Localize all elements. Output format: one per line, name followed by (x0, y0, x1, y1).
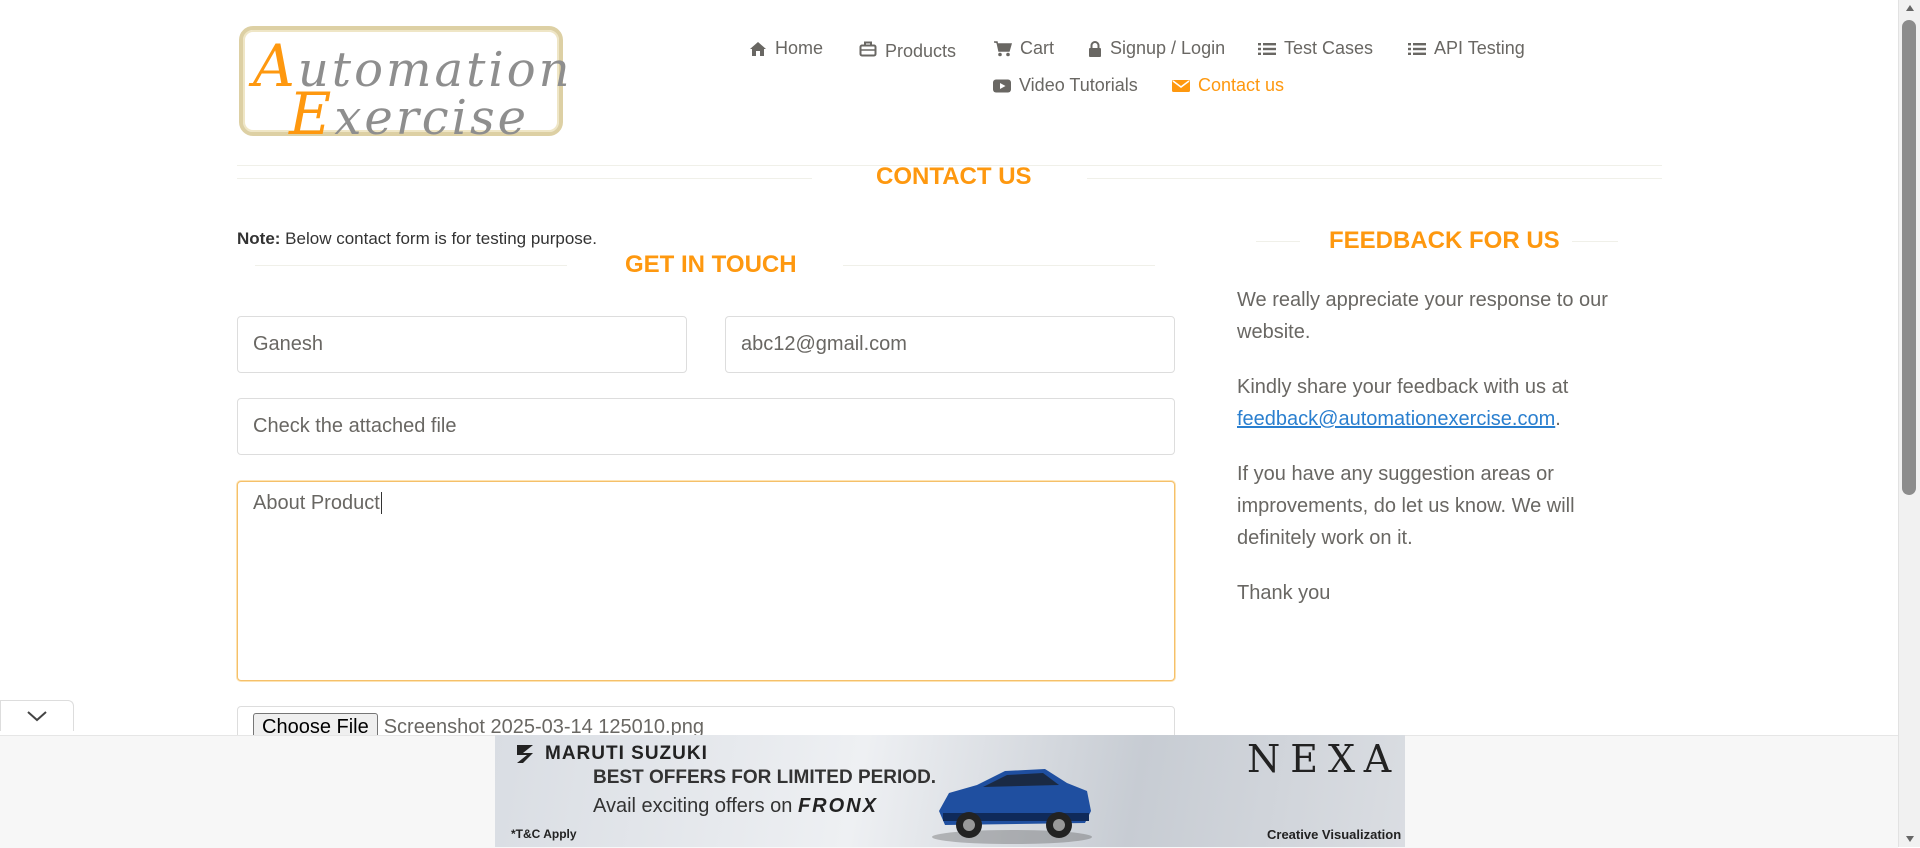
suzuki-logo-icon (517, 745, 533, 763)
form-note: Note: Below contact form is for testing … (237, 229, 597, 248)
scroll-up-arrow-icon[interactable] (1905, 4, 1915, 12)
nav-contact-us-label: Contact us (1198, 75, 1285, 95)
nav-video-tutorials[interactable]: Video Tutorials (993, 75, 1138, 96)
list-icon (1258, 42, 1276, 55)
feedback-line-right (1572, 241, 1618, 242)
list-icon (1408, 42, 1426, 55)
nav-contact-us[interactable]: Contact us (1172, 75, 1284, 96)
feedback-paragraph-4: Thank you (1237, 582, 1331, 604)
message-textarea[interactable]: About Product (237, 481, 1175, 681)
ad-credit: Creative Visualization (1267, 827, 1402, 842)
ad-subline: Avail exciting offers on FRONX (593, 795, 878, 817)
get-in-touch-line-right (843, 265, 1155, 266)
nav-cart-label: Cart (1020, 38, 1055, 58)
briefcase-icon (859, 41, 877, 56)
nav-signup-login-label: Signup / Login (1110, 38, 1226, 58)
name-field[interactable]: Ganesh (237, 316, 687, 373)
lock-icon (1089, 40, 1101, 57)
feedback-line-left (1256, 241, 1300, 242)
ad-headline: BEST OFFERS FOR LIMITED PERIOD. (593, 767, 937, 788)
scroll-down-arrow-icon[interactable] (1905, 835, 1915, 843)
nav-api-testing[interactable]: API Testing (1408, 38, 1525, 59)
car-image (927, 753, 1097, 845)
name-value: Ganesh (253, 333, 324, 355)
youtube-play-icon (993, 79, 1011, 92)
nav-api-testing-label: API Testing (1434, 38, 1525, 58)
text-caret (380, 492, 382, 514)
ad-banner[interactable]: MARUTI SUZUKI BEST OFFERS FOR LIMITED PE… (495, 735, 1405, 847)
subject-value: Check the attached file (253, 415, 457, 437)
nav-products-label: Products (885, 41, 957, 61)
feedback-paragraph-2: Kindly share your feedback with us at fe… (1237, 376, 1569, 430)
message-value: About Product (253, 492, 380, 514)
nav-test-cases-label: Test Cases (1284, 38, 1374, 58)
nav-cart[interactable]: Cart (994, 38, 1054, 59)
subject-field[interactable]: Check the attached file (237, 398, 1175, 455)
feedback-paragraph-1: We really appreciate your response to ou… (1237, 289, 1608, 343)
feedback-email-link[interactable]: feedback@automationexercise.com (1237, 408, 1555, 430)
ad-collapse-tab[interactable] (0, 700, 74, 731)
ad-nexa-logo: NEXA (1247, 737, 1402, 781)
nav-products[interactable]: Products (859, 38, 957, 61)
nav-home[interactable]: Home (749, 38, 823, 59)
get-in-touch-line-left (255, 265, 567, 266)
cart-icon (994, 40, 1012, 56)
page-title: CONTACT US (876, 163, 1032, 190)
home-icon (750, 41, 766, 56)
feedback-paragraph-3: If you have any suggestion areas or impr… (1237, 463, 1575, 549)
email-field[interactable]: abc12@gmail.com (725, 316, 1175, 373)
envelope-icon (1172, 79, 1190, 92)
logo-line-2: Exercise (289, 80, 530, 148)
ad-terms: *T&C Apply (511, 827, 577, 841)
feedback-title: FEEDBACK FOR US (1329, 227, 1560, 254)
email-value: abc12@gmail.com (741, 333, 907, 355)
site-logo[interactable]: Automation Exercise (239, 26, 570, 148)
chevron-down-icon (27, 711, 47, 722)
ad-brand: MARUTI SUZUKI (513, 743, 708, 765)
nav-home-label: Home (775, 38, 824, 58)
scrollbar-thumb[interactable] (1902, 20, 1916, 495)
nav-test-cases[interactable]: Test Cases (1258, 38, 1373, 59)
title-line-left (237, 178, 812, 179)
title-line-right (1087, 178, 1662, 179)
nav-video-tutorials-label: Video Tutorials (1019, 75, 1138, 95)
get-in-touch-title: GET IN TOUCH (625, 251, 797, 278)
nav-signup-login[interactable]: Signup / Login (1088, 38, 1225, 59)
